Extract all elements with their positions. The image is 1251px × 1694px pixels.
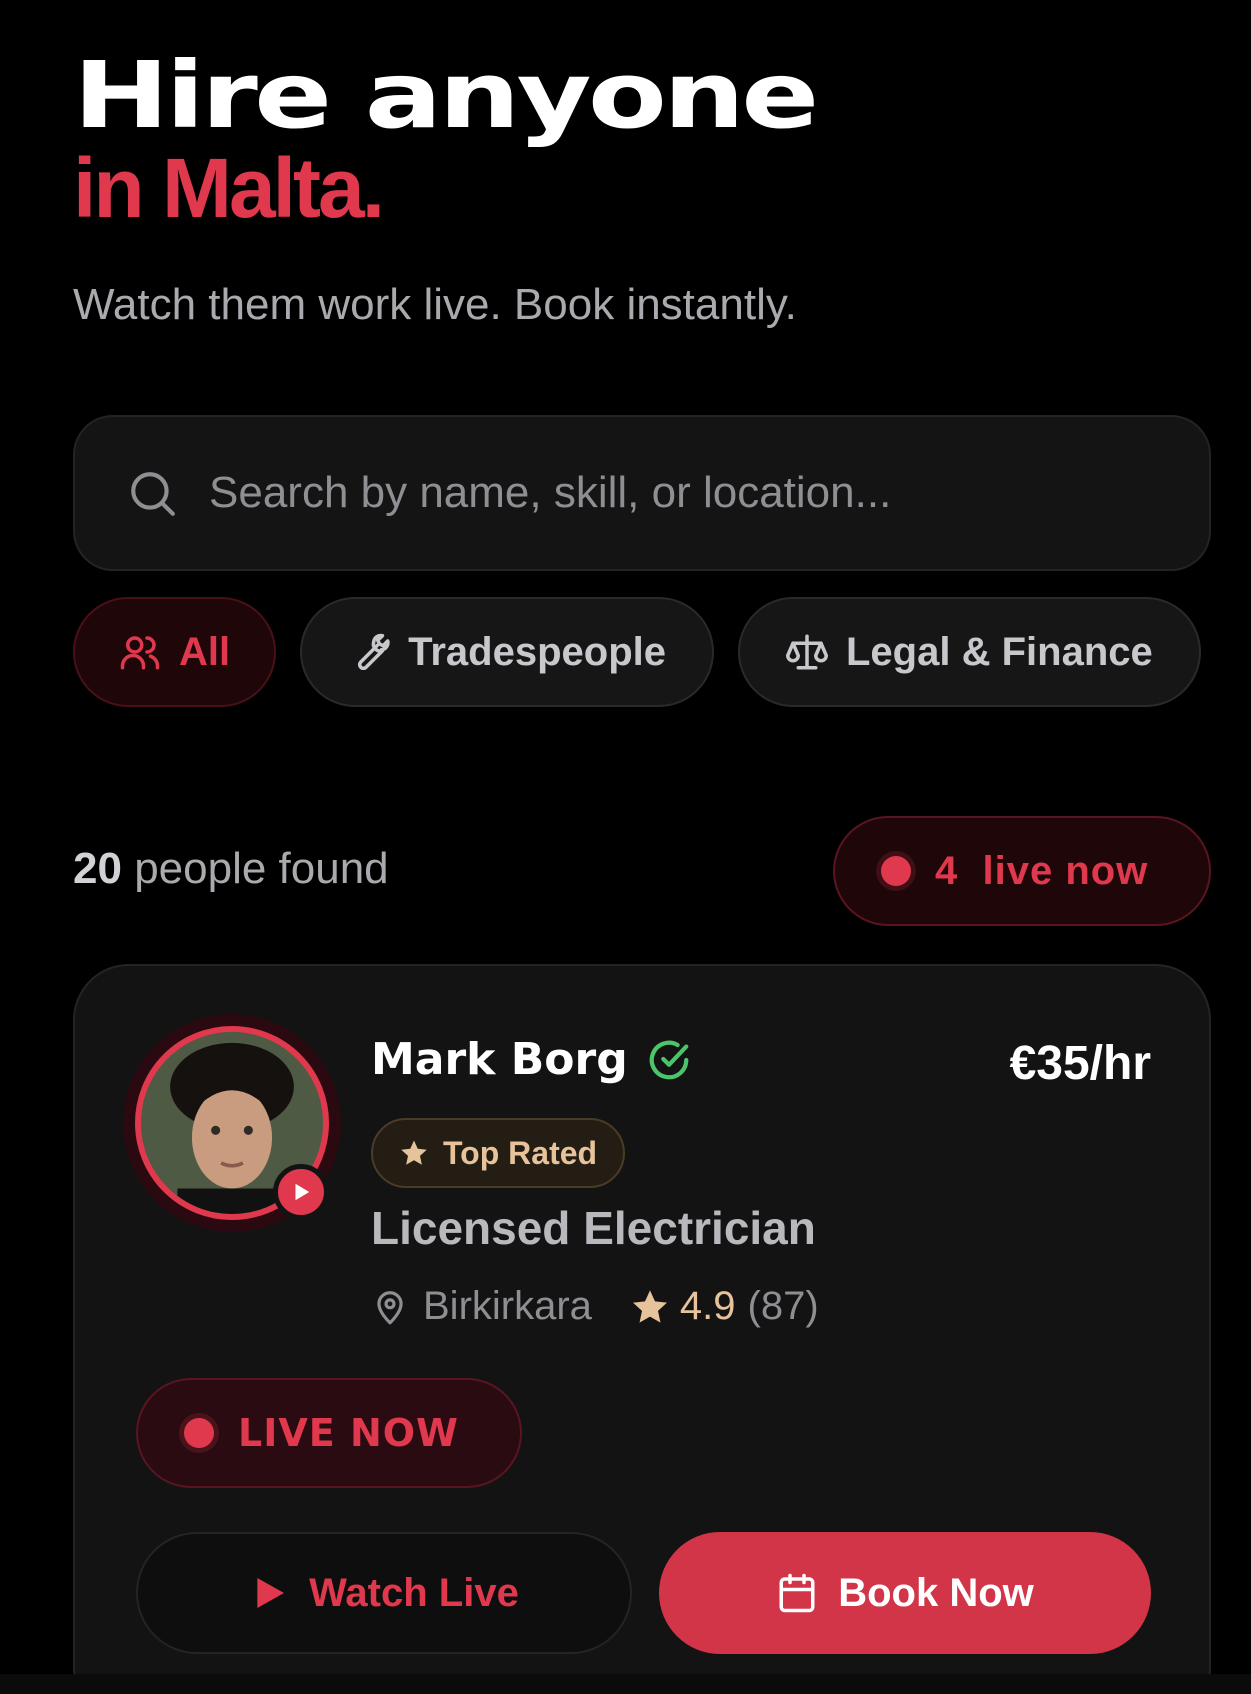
watch-live-label: Watch Live [309,1570,519,1615]
filter-chip-all[interactable]: All [73,597,277,707]
location: Birkirkara [423,1284,592,1328]
page: Hire anyone in Malta. Watch them work li… [0,0,1251,1694]
live-now-filter-button[interactable]: 4 live now [833,816,1211,926]
filter-chip-label: Legal & Finance [846,629,1153,674]
badge-label: Top Rated [443,1134,598,1171]
live-now-label: LIVE NOW [238,1411,459,1455]
rating-value: 4.9 [679,1284,736,1328]
live-dot-icon [184,1418,214,1448]
filter-chip-label: Tradespeople [408,629,666,674]
map-pin-icon [377,1290,403,1324]
search-input[interactable] [209,468,1109,518]
users-icon [120,636,160,670]
avatar[interactable] [123,1014,341,1232]
check-circle-icon [649,1040,689,1079]
filter-chip-label: All [179,629,231,674]
wrench-icon [358,633,390,671]
watch-live-button[interactable]: Watch Live [136,1532,632,1654]
filter-chip-tradespeople[interactable]: Tradespeople [300,597,714,707]
bottom-edge [0,1674,1251,1694]
filter-chips: All Tradespeople Legal & Finance [73,597,1211,709]
filter-chip-legal-finance[interactable]: Legal & Finance [738,597,1201,707]
live-suffix: live now [982,848,1149,893]
search-icon [131,472,175,516]
profile-card[interactable]: Mark Borg €35/hr Top Rated Licensed Elec… [73,964,1211,1694]
results-count: 20 people found [73,844,389,894]
search-bar[interactable] [73,415,1211,571]
results-summary: 20 people found 4 live now [73,816,1211,926]
book-now-label: Book Now [838,1570,1034,1615]
live-count: 4 [935,848,959,893]
scale-icon [786,634,828,670]
profile-name-text: Mark Borg [371,1034,628,1085]
hero-subtitle: Watch them work live. Book instantly. [73,280,797,329]
profile-meta: Birkirkara 4.9 (87) [371,1284,819,1329]
hourly-rate: €35/hr [1009,1037,1151,1090]
top-rated-badge: Top Rated [371,1118,626,1188]
hero-accent-title: in Malta. [73,141,385,235]
play-icon [257,1578,285,1608]
live-dot-icon [881,856,911,886]
hero-title: Hire anyone [73,42,819,149]
book-now-button[interactable]: Book Now [659,1532,1151,1654]
play-video-button[interactable] [273,1164,329,1220]
live-now-badge: LIVE NOW [136,1378,522,1488]
results-count-suffix: people found [134,844,389,893]
profession: Licensed Electrician [371,1202,816,1254]
review-count: (87) [747,1284,819,1328]
calendar-icon [779,1573,815,1613]
star-icon [632,1289,667,1323]
star-icon [401,1140,427,1165]
results-count-number: 20 [73,844,122,893]
play-icon [295,1183,310,1201]
profile-name[interactable]: Mark Borg [371,1034,692,1085]
